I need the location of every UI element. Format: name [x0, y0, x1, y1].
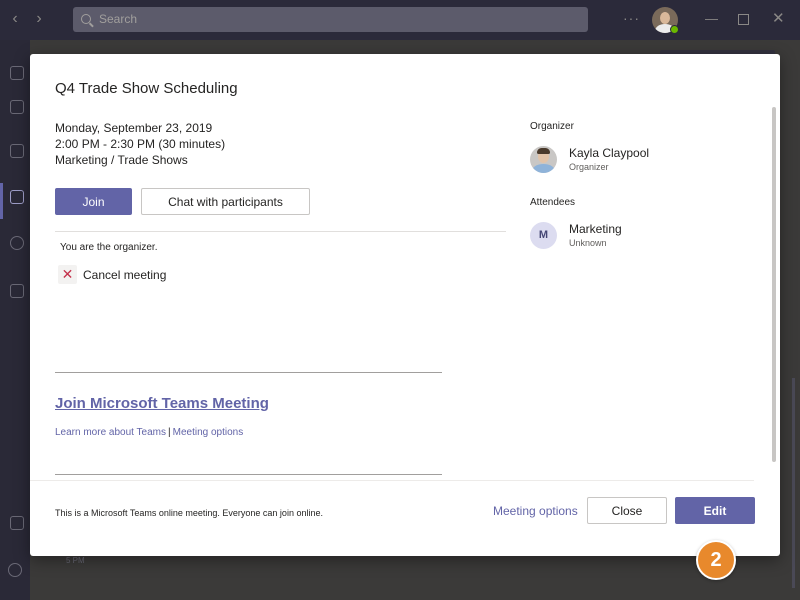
- link-separator: |: [168, 427, 171, 438]
- separator-line: [55, 372, 442, 373]
- meeting-time: 2:00 PM - 2:30 PM (30 minutes): [55, 137, 226, 151]
- divider: [30, 480, 754, 481]
- rail-activity-icon[interactable]: [6, 66, 26, 80]
- chevron-right-icon[interactable]: ›: [30, 10, 48, 28]
- chevron-left-icon[interactable]: ‹: [6, 10, 24, 28]
- presence-status-icon: [670, 25, 679, 34]
- step-callout-badge: 2: [696, 540, 736, 580]
- edit-button[interactable]: Edit: [675, 497, 755, 524]
- rail-calls-icon[interactable]: [6, 236, 26, 250]
- calendar-time-label: 5 PM: [66, 556, 85, 565]
- rail-teams-icon[interactable]: [6, 144, 26, 158]
- organizer-note: You are the organizer.: [60, 242, 158, 253]
- search-icon: [81, 14, 91, 24]
- organizer-role: Organizer: [569, 162, 609, 172]
- rail-files-icon[interactable]: [6, 284, 26, 298]
- cancel-meeting-label: Cancel meeting: [83, 268, 167, 282]
- close-window-icon[interactable]: ✕: [772, 9, 785, 27]
- organizer-heading: Organizer: [530, 121, 574, 132]
- rail-calendar-icon[interactable]: [6, 190, 26, 204]
- dialog-title: Q4 Trade Show Scheduling: [55, 80, 238, 97]
- footer-note: This is a Microsoft Teams online meeting…: [55, 508, 323, 518]
- divider: [55, 231, 506, 232]
- avatar: [530, 146, 557, 173]
- help-icon[interactable]: [8, 563, 22, 577]
- search-placeholder: Search: [99, 12, 138, 26]
- scrollbar[interactable]: [772, 107, 776, 462]
- learn-more-link[interactable]: Learn more about Teams: [55, 427, 166, 438]
- meeting-location: Marketing / Trade Shows: [55, 153, 188, 167]
- attendee-name: Marketing: [569, 222, 622, 236]
- avatar: M: [530, 222, 557, 249]
- meeting-date: Monday, September 23, 2019: [55, 121, 213, 135]
- meeting-links: Learn more about Teams | Meeting options: [55, 427, 243, 438]
- rail-active-indicator: [0, 183, 3, 219]
- rail-apps-icon[interactable]: [6, 516, 26, 530]
- app-rail: [0, 40, 30, 600]
- join-button[interactable]: Join: [55, 188, 132, 215]
- minimize-icon[interactable]: —: [705, 11, 718, 26]
- organizer-card[interactable]: Kayla Claypool Organizer: [530, 146, 750, 176]
- meeting-details-dialog: Q4 Trade Show Scheduling Monday, Septemb…: [30, 54, 780, 556]
- title-bar: ‹ › Search ··· — ✕: [0, 0, 800, 40]
- attendee-card[interactable]: M Marketing Unknown: [530, 222, 750, 252]
- attendee-role: Unknown: [569, 238, 607, 248]
- organizer-name: Kayla Claypool: [569, 146, 650, 160]
- maximize-icon[interactable]: [738, 14, 749, 25]
- separator-line: [55, 474, 442, 475]
- rail-chat-icon[interactable]: [6, 100, 26, 114]
- background-scrollbar: [792, 378, 795, 588]
- meeting-options-button[interactable]: Meeting options: [493, 504, 578, 518]
- attendees-heading: Attendees: [530, 197, 576, 208]
- meeting-options-link[interactable]: Meeting options: [173, 427, 244, 438]
- close-button[interactable]: Close: [587, 497, 667, 524]
- more-dots-icon[interactable]: ···: [623, 10, 640, 26]
- chat-with-participants-button[interactable]: Chat with participants: [141, 188, 310, 215]
- search-input[interactable]: Search: [73, 7, 588, 32]
- close-icon: ✕: [58, 265, 77, 284]
- join-teams-meeting-link[interactable]: Join Microsoft Teams Meeting: [55, 395, 269, 412]
